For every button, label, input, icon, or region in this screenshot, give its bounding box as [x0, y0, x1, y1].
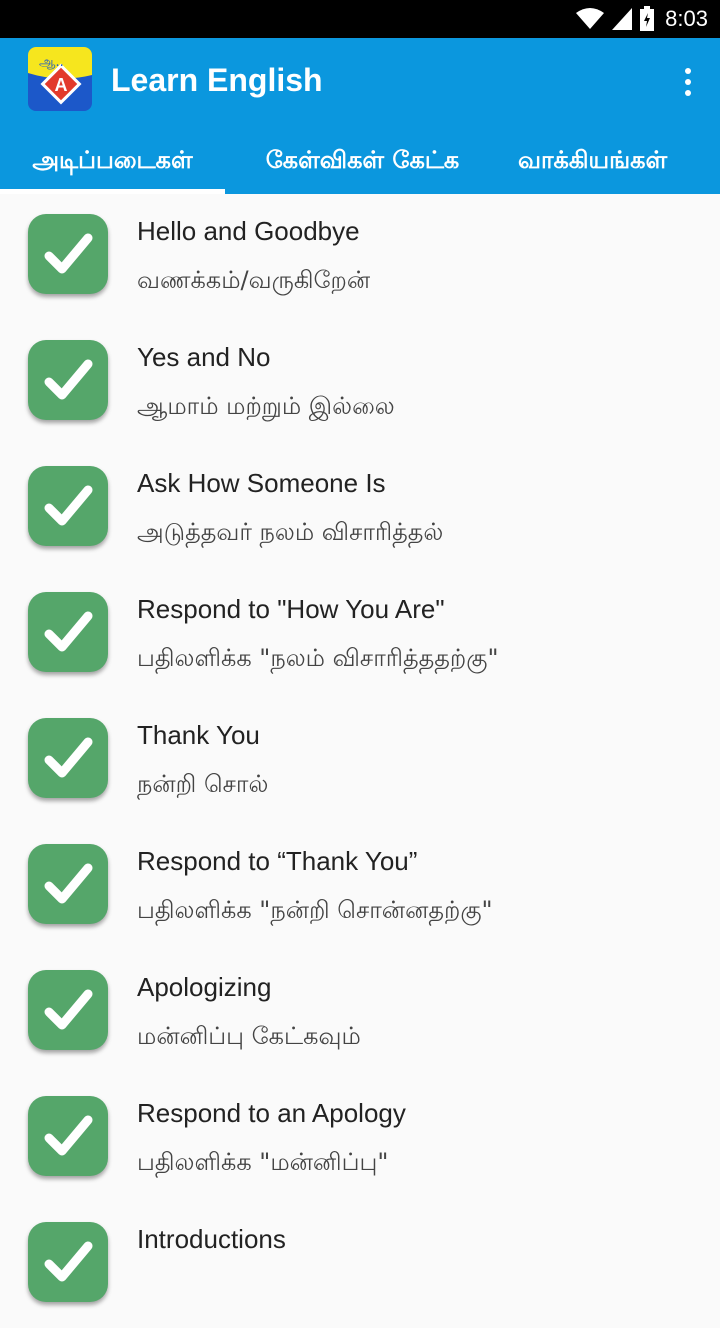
lesson-subtitle: அடுத்தவர் நலம் விசாரித்தல்: [137, 518, 444, 546]
app-bar: ஆ.. A Learn English: [0, 38, 720, 128]
list-item[interactable]: Apologizing மன்னிப்பு கேட்கவும்: [0, 950, 720, 1076]
lesson-subtitle: பதிலளிக்க "நலம் விசாரித்ததற்கு": [137, 644, 499, 672]
lesson-title: Ask How Someone Is: [137, 468, 386, 498]
app-logo: ஆ.. A: [28, 47, 92, 111]
lesson-title: Respond to an Apology: [137, 1098, 406, 1128]
tab-bar: அடிப்படைகள் கேள்விகள் கேட்க வாக்கியங்கள்: [0, 128, 720, 194]
lesson-title: Thank You: [137, 720, 260, 750]
check-icon: [28, 970, 108, 1050]
lesson-subtitle: நன்றி சொல்: [137, 770, 269, 798]
check-icon: [28, 1096, 108, 1176]
lesson-title: Respond to "How You Are": [137, 594, 445, 624]
lesson-title: Respond to “Thank You”: [137, 846, 418, 876]
check-icon: [28, 340, 108, 420]
check-icon: [28, 214, 108, 294]
logo-letter: A: [55, 75, 68, 95]
tab-basics[interactable]: அடிப்படைகள்: [0, 128, 225, 194]
list-item[interactable]: Yes and No ஆமாம் மற்றும் இல்லை: [0, 320, 720, 446]
lesson-title: Hello and Goodbye: [137, 216, 360, 246]
status-bar: 8:03: [0, 0, 720, 38]
tab-label: வாக்கியங்கள்: [518, 145, 668, 174]
list-item[interactable]: Ask How Someone Is அடுத்தவர் நலம் விசாரி…: [0, 446, 720, 572]
check-icon: [28, 844, 108, 924]
lesson-subtitle: வணக்கம்/வருகிறேன்: [137, 266, 371, 294]
overflow-menu-icon[interactable]: [668, 60, 708, 104]
app-title: Learn English: [111, 62, 323, 98]
lesson-subtitle: பதிலளிக்க "நன்றி சொன்னதற்கு": [137, 896, 493, 924]
lesson-subtitle: ஆமாம் மற்றும் இல்லை: [137, 392, 395, 420]
lesson-subtitle: மன்னிப்பு கேட்கவும்: [137, 1022, 361, 1050]
list-item[interactable]: Respond to “Thank You” பதிலளிக்க "நன்றி …: [0, 824, 720, 950]
list-item[interactable]: Thank You நன்றி சொல்: [0, 698, 720, 824]
status-time: 8:03: [665, 6, 708, 31]
list-item[interactable]: Hello and Goodbye வணக்கம்/வருகிறேன்: [0, 194, 720, 320]
tab-label: அடிப்படைகள்: [32, 145, 193, 174]
list-item[interactable]: Respond to "How You Are" பதிலளிக்க "நலம்…: [0, 572, 720, 698]
lesson-list: Hello and Goodbye வணக்கம்/வருகிறேன் Yes …: [0, 194, 720, 1328]
battery-icon: [640, 6, 655, 31]
tab-asking-questions[interactable]: கேள்விகள் கேட்க: [225, 128, 500, 194]
tab-sentences[interactable]: வாக்கியங்கள்: [500, 128, 720, 194]
list-item[interactable]: Respond to an Apology பதிலளிக்க "மன்னிப்…: [0, 1076, 720, 1202]
status-icons: 8:03: [575, 0, 708, 38]
lesson-title: Introductions: [137, 1224, 286, 1254]
check-icon: [28, 592, 108, 672]
lesson-title: Yes and No: [137, 342, 271, 372]
signal-icon: [612, 8, 633, 30]
check-icon: [28, 1222, 108, 1302]
lesson-title: Apologizing: [137, 972, 272, 1002]
logo-text: ஆ..: [39, 55, 64, 70]
wifi-icon: [576, 8, 605, 29]
check-icon: [28, 466, 108, 546]
check-icon: [28, 718, 108, 798]
tab-label: கேள்விகள் கேட்க: [265, 145, 460, 174]
lesson-subtitle: பதிலளிக்க "மன்னிப்பு": [137, 1148, 389, 1176]
list-item[interactable]: Introductions: [0, 1202, 720, 1328]
